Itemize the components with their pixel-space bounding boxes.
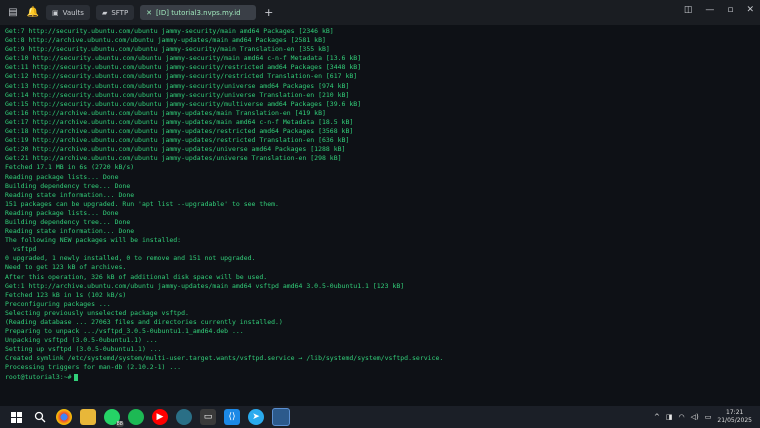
- terminal-line: vsftpd: [5, 245, 37, 254]
- prompt-text: root@tutorial3:~#: [5, 372, 72, 381]
- time: 17:21: [726, 409, 744, 416]
- maximize-icon[interactable]: ▫: [727, 5, 733, 15]
- taskbar: 88 ▶ ▭ ⟨⟩ ➤ ^ ◨ ◠ ◁) ▭ 17:21 21/05/2025: [0, 406, 760, 428]
- tab-sftp[interactable]: ▰ SFTP: [95, 5, 135, 20]
- terminal-line: Unpacking vsftpd (3.0.5-0ubuntu1.1) ...: [5, 336, 158, 345]
- terminal-output[interactable]: Get:7 http://security.ubuntu.com/ubuntu …: [5, 27, 757, 383]
- chevron-up-icon[interactable]: ^: [654, 413, 660, 421]
- terminal-line: Fetched 123 kB in 1s (102 kB/s): [5, 290, 127, 299]
- app-icon[interactable]: [176, 409, 192, 425]
- terminal-line: Setting up vsftpd (3.0.5-0ubuntu1.1) ...: [5, 345, 162, 354]
- terminal-line: Reading package lists... Done: [5, 208, 119, 217]
- terminal-line: Need to get 123 kB of archives.: [5, 263, 127, 272]
- tray-app-icon[interactable]: ◨: [666, 413, 673, 421]
- speaker-icon[interactable]: ◁): [691, 413, 699, 421]
- clock[interactable]: 17:21 21/05/2025: [717, 409, 752, 425]
- terminal-line: Get:9 http://security.ubuntu.com/ubuntu …: [5, 45, 330, 54]
- prompt-line[interactable]: root@tutorial3:~#: [5, 373, 757, 382]
- minimize-icon[interactable]: —: [705, 5, 714, 15]
- title-bar: ▤ 🔔 ▣ Vaults ▰ SFTP ✕ [ID] tutorial3.nvp…: [0, 0, 760, 25]
- close-icon[interactable]: ✕: [146, 9, 152, 17]
- terminal-line: Get:11 http://security.ubuntu.com/ubuntu…: [5, 63, 362, 72]
- telegram-icon[interactable]: ➤: [248, 409, 264, 425]
- terminal-line: Building dependency tree... Done: [5, 181, 131, 190]
- terminal-line: Get:18 http://archive.ubuntu.com/ubuntu …: [5, 127, 354, 136]
- terminal-line: Get:19 http://archive.ubuntu.com/ubuntu …: [5, 136, 350, 145]
- tab-session[interactable]: ✕ [ID] tutorial3.nvps.my.id: [140, 5, 257, 20]
- new-tab-icon[interactable]: +: [264, 6, 273, 19]
- vault-icon: ▣: [52, 8, 59, 17]
- terminal-line: Preconfiguring packages ...: [5, 299, 111, 308]
- terminal-line: Building dependency tree... Done: [5, 217, 131, 226]
- terminal-line: Reading state information... Done: [5, 227, 135, 236]
- terminal-line: Preparing to unpack .../vsftpd_3.0.5-0ub…: [5, 327, 244, 336]
- sidebar-toggle-icon[interactable]: ▤: [6, 6, 20, 20]
- terminal-line: Get:20 http://archive.ubuntu.com/ubuntu …: [5, 145, 346, 154]
- terminal-app-icon[interactable]: ▭: [200, 409, 216, 425]
- tab-vaults[interactable]: ▣ Vaults: [46, 5, 90, 20]
- terminal-line: Get:13 http://security.ubuntu.com/ubuntu…: [5, 81, 350, 90]
- terminal-line: The following NEW packages will be insta…: [5, 236, 182, 245]
- terminal-line: Reading state information... Done: [5, 190, 135, 199]
- tab-label: Vaults: [62, 8, 84, 17]
- youtube-music-icon[interactable]: ▶: [152, 409, 168, 425]
- terminal-line: 151 packages can be upgraded. Run 'apt l…: [5, 199, 279, 208]
- terminal-line: Get:14 http://security.ubuntu.com/ubuntu…: [5, 90, 350, 99]
- terminal-line: Get:16 http://archive.ubuntu.com/ubuntu …: [5, 108, 326, 117]
- terminal-line: (Reading database ... 27063 files and di…: [5, 318, 283, 326]
- terminal-line: Get:1 http://archive.ubuntu.com/ubuntu j…: [5, 281, 405, 290]
- terminal-line: Get:21 http://archive.ubuntu.com/ubuntu …: [5, 154, 342, 163]
- terminal-line: Processing triggers for man-db (2.10.2-1…: [5, 363, 182, 372]
- cursor: [73, 373, 78, 381]
- notification-badge: 88: [115, 421, 124, 427]
- chrome-icon[interactable]: [56, 409, 72, 425]
- terminal-line: Selecting previously unselected package …: [5, 308, 189, 317]
- terminal-line: Reading package lists... Done: [5, 172, 119, 181]
- spotify-icon[interactable]: [128, 409, 144, 425]
- terminal-line: Created symlink /etc/systemd/system/mult…: [5, 354, 444, 363]
- tab-label: [ID] tutorial3.nvps.my.id: [156, 8, 241, 17]
- file-explorer-icon[interactable]: [80, 409, 96, 425]
- terminal-line: Fetched 17.1 MB in 6s (2720 kB/s): [5, 163, 135, 172]
- terminal-line: Get:7 http://security.ubuntu.com/ubuntu …: [5, 27, 334, 35]
- tab-label: SFTP: [111, 8, 129, 17]
- wifi-icon[interactable]: ◠: [679, 413, 685, 421]
- notification-bell-icon[interactable]: 🔔: [26, 6, 40, 20]
- terminal-line: Get:10 http://security.ubuntu.com/ubuntu…: [5, 54, 362, 63]
- windows-start-icon[interactable]: [8, 409, 24, 425]
- terminal-line: Get:17 http://archive.ubuntu.com/ubuntu …: [5, 117, 354, 126]
- date: 21/05/2025: [717, 417, 752, 424]
- termius-icon[interactable]: [272, 408, 290, 426]
- search-icon[interactable]: [32, 409, 48, 425]
- terminal-line: 0 upgraded, 1 newly installed, 0 to remo…: [5, 254, 256, 263]
- terminal-line: Get:15 http://security.ubuntu.com/ubuntu…: [5, 99, 362, 108]
- whatsapp-icon[interactable]: 88: [104, 409, 124, 427]
- vscode-icon[interactable]: ⟨⟩: [224, 409, 240, 425]
- terminal-line: Get:12 http://security.ubuntu.com/ubuntu…: [5, 72, 358, 81]
- terminal-line: Get:8 http://archive.ubuntu.com/ubuntu j…: [5, 36, 326, 45]
- layout-icon[interactable]: ◫: [684, 5, 693, 15]
- folder-icon: ▰: [101, 8, 108, 17]
- terminal-line: After this operation, 326 kB of addition…: [5, 272, 268, 281]
- battery-icon[interactable]: ▭: [705, 413, 712, 421]
- close-window-icon[interactable]: ✕: [746, 5, 754, 15]
